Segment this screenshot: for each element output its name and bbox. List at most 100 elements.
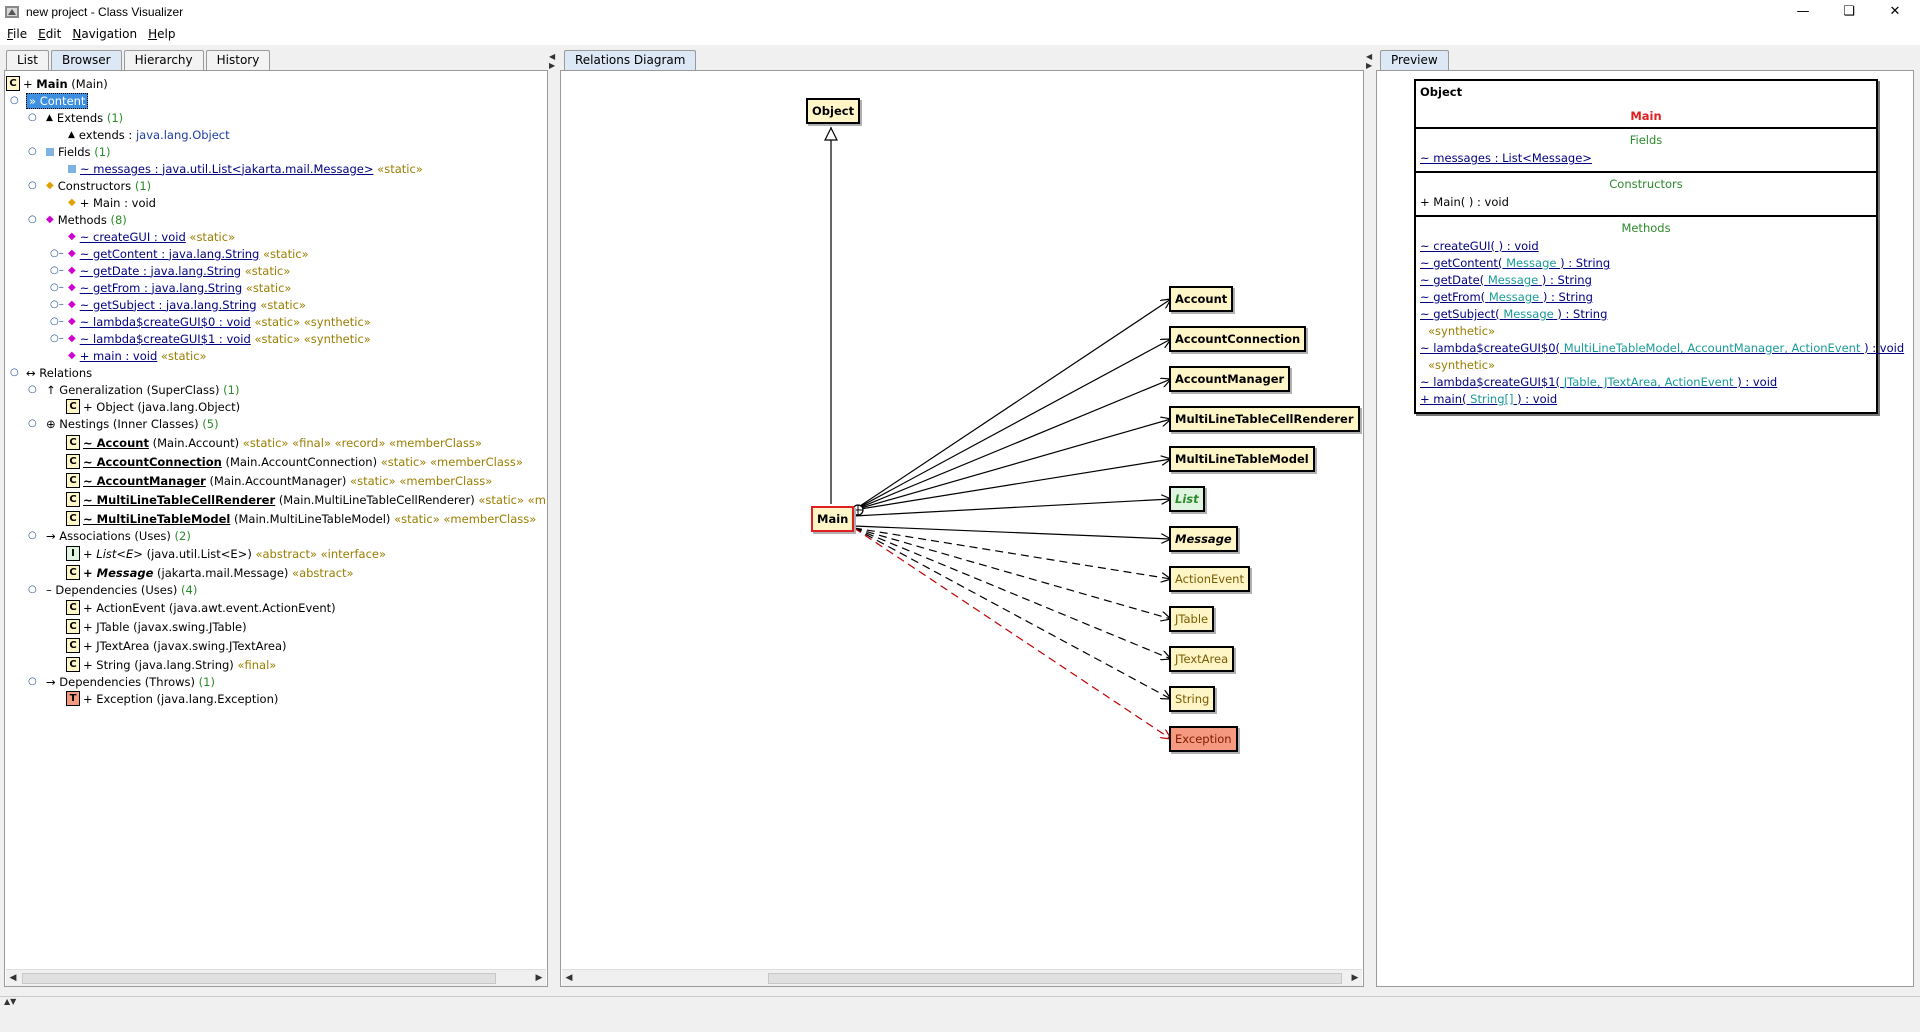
- node-message[interactable]: Message: [1169, 526, 1238, 552]
- tree-gen-item[interactable]: C + Object (java.lang.Object): [66, 398, 240, 415]
- collapse-icon[interactable]: ○: [28, 384, 38, 395]
- maximize-icon[interactable]: ❏: [1826, 0, 1872, 23]
- tree-field-item[interactable]: ~ messages : java.util.List<jakarta.mail…: [68, 160, 423, 177]
- nesting-edge: [853, 379, 1171, 511]
- tree-assoc-item[interactable]: C + Message (jakarta.mail.Message) «abstr…: [66, 564, 354, 581]
- collapse-icon[interactable]: ○: [28, 180, 38, 191]
- scroll-left-icon[interactable]: ◀: [6, 970, 20, 986]
- tree-throws[interactable]: ○ → Dependencies (Throws) (1): [28, 673, 215, 690]
- scroll-thumb[interactable]: [768, 973, 1342, 984]
- class-badge: C: [66, 435, 80, 450]
- menu-file[interactable]: File: [7, 27, 27, 41]
- tree-nestings[interactable]: ○ ⊕ Nestings (Inner Classes) (5): [28, 415, 219, 432]
- collapse-icon[interactable]: ○: [28, 584, 38, 595]
- class-tree: C + Main (Main) ○ » Content ○ ▲ Extends (…: [6, 75, 546, 965]
- scroll-thumb[interactable]: [22, 973, 496, 984]
- minimize-icon[interactable]: —: [1780, 0, 1826, 23]
- scroll-right-icon[interactable]: ▶: [532, 970, 546, 986]
- node-list[interactable]: List: [1169, 486, 1205, 512]
- node-accountmanager[interactable]: AccountManager: [1169, 366, 1291, 392]
- menu-help[interactable]: Help: [148, 27, 175, 41]
- tree-dep-item[interactable]: C + JTextArea (javax.swing.JTextArea): [66, 637, 287, 654]
- tree-nest-item[interactable]: C ~ AccountManager (Main.AccountManager) …: [66, 472, 492, 489]
- tree-nest-item[interactable]: C ~ MultiLineTableModel (Main.MultiLineTa…: [66, 510, 536, 527]
- tree-method-item[interactable]: ◆ ~ createGUI : void «static»: [50, 228, 235, 245]
- expand-icon[interactable]: ○–: [50, 299, 64, 310]
- tree-dep-item[interactable]: C + String (java.lang.String) «final»: [66, 656, 276, 673]
- node-multilinetablecellrenderer[interactable]: MultiLineTableCellRenderer: [1169, 406, 1360, 432]
- menu-edit[interactable]: Edit: [38, 27, 61, 41]
- tree-dep-item[interactable]: C + JTable (javax.swing.JTable): [66, 618, 247, 635]
- node-jtable[interactable]: JTable: [1169, 606, 1215, 632]
- tree-methods[interactable]: ○ ◆ Methods (8): [28, 211, 127, 228]
- tree-dep-item[interactable]: C + ActionEvent (java.awt.event.ActionEve…: [66, 599, 336, 616]
- node-actionevent[interactable]: ActionEvent: [1169, 566, 1250, 592]
- collapse-icon[interactable]: ○: [28, 530, 38, 541]
- tree-generalization[interactable]: ○ ↑ Generalization (SuperClass) (1): [28, 381, 239, 398]
- node-main[interactable]: Main: [811, 506, 855, 532]
- node-accountconnection[interactable]: AccountConnection: [1169, 326, 1307, 352]
- relations-diagram: [824, 126, 1360, 966]
- collapse-icon[interactable]: ○: [28, 214, 38, 225]
- tree-method-item[interactable]: ◆ + main : void «static»: [50, 347, 207, 364]
- scroll-left-icon[interactable]: ◀: [562, 970, 576, 986]
- tree-content[interactable]: ○ » Content: [10, 92, 89, 109]
- tab-preview[interactable]: Preview: [1380, 50, 1449, 70]
- nesting-marker-icon: [852, 504, 864, 516]
- tree-fields[interactable]: ○ Fields (1): [28, 143, 111, 160]
- tree-nest-item[interactable]: C ~ MultiLineTableCellRenderer (Main.Mult…: [66, 491, 546, 508]
- expand-icon[interactable]: ○–: [50, 265, 64, 276]
- tree-hscroll[interactable]: ◀ ▶: [6, 969, 546, 986]
- tab-list[interactable]: List: [6, 50, 49, 70]
- scroll-right-icon[interactable]: ▶: [1348, 970, 1362, 986]
- node-account[interactable]: Account: [1169, 286, 1234, 312]
- splitter-right[interactable]: ◀ ▶: [1365, 48, 1373, 988]
- expand-icon[interactable]: ○–: [50, 333, 64, 344]
- tree-method-item[interactable]: ○– ◆ ~ getSubject : java.lang.String «stat…: [50, 296, 306, 313]
- splitter-arrows-icon[interactable]: ▲▼: [4, 997, 16, 1006]
- class-badge: C: [66, 657, 80, 672]
- tree-associations[interactable]: ○ → Associations (Uses) (2): [28, 527, 191, 544]
- node-string[interactable]: String: [1169, 686, 1216, 712]
- tab-relations-diagram[interactable]: Relations Diagram: [564, 50, 697, 70]
- tree-dependencies[interactable]: ○ – Dependencies (Uses) (4): [28, 581, 197, 598]
- expand-icon[interactable]: ○–: [50, 316, 64, 327]
- tree-nest-item[interactable]: C ~ Account (Main.Account) «static» «fina…: [66, 434, 482, 451]
- node-exception[interactable]: Exception: [1169, 726, 1238, 752]
- collapse-icon[interactable]: ○: [28, 418, 38, 429]
- diagram-hscroll[interactable]: ◀ ▶: [562, 969, 1362, 986]
- tab-hierarchy[interactable]: Hierarchy: [123, 50, 204, 70]
- expand-icon[interactable]: ○–: [50, 248, 64, 259]
- tab-browser[interactable]: Browser: [50, 50, 122, 70]
- tree-assoc-item[interactable]: I + List<E> (java.util.List<E>) «abstract…: [66, 545, 386, 562]
- tree-method-item[interactable]: ○– ◆ ~ lambda$createGUI$1 : void «static» …: [50, 330, 371, 347]
- tree-nest-item[interactable]: C ~ AccountConnection (Main.AccountConnec…: [66, 453, 523, 470]
- collapse-icon[interactable]: ○: [28, 676, 38, 687]
- collapse-icon[interactable]: ○: [10, 367, 20, 378]
- tree-method-item[interactable]: ○– ◆ ~ lambda$createGUI$0 : void «static» …: [50, 313, 371, 330]
- tree-method-item[interactable]: ○– ◆ ~ getContent : java.lang.String «stat…: [50, 245, 309, 262]
- field-icon: [46, 147, 54, 156]
- node-jtextarea[interactable]: JTextArea: [1169, 646, 1235, 672]
- tree-constructors[interactable]: ○ ◆ Constructors (1): [28, 177, 151, 194]
- node-object[interactable]: Object: [806, 98, 861, 124]
- close-icon[interactable]: ✕: [1872, 0, 1918, 23]
- tree-method-item[interactable]: ○– ◆ ~ getDate : java.lang.String «static»: [50, 262, 290, 279]
- expand-icon[interactable]: ○–: [50, 282, 64, 293]
- collapse-icon[interactable]: ○: [28, 146, 38, 157]
- splitter-left[interactable]: ◀ ▶: [548, 48, 556, 988]
- collapse-icon[interactable]: ○: [10, 95, 20, 106]
- collapse-icon[interactable]: ○: [28, 112, 38, 123]
- tree-constructor-item[interactable]: ◆ + Main : void: [68, 194, 156, 211]
- diamond-icon: ◆: [68, 265, 76, 276]
- tab-history[interactable]: History: [205, 50, 271, 70]
- uml-class-box: Object Main Fields ~ messages : List<Mes…: [1414, 79, 1904, 414]
- menu-navigation[interactable]: Navigation: [72, 27, 137, 41]
- node-multilinetablemodel[interactable]: MultiLineTableModel: [1169, 446, 1315, 472]
- tree-root[interactable]: C + Main (Main): [6, 75, 108, 92]
- tree-extends-item[interactable]: ▲ extends : java.lang.Object: [68, 126, 230, 143]
- tree-throws-item[interactable]: T + Exception (java.lang.Exception): [66, 690, 278, 707]
- tree-relations[interactable]: ○ ↔ Relations: [10, 364, 92, 381]
- tree-method-item[interactable]: ○– ◆ ~ getFrom : java.lang.String «static»: [50, 279, 291, 296]
- tree-extends[interactable]: ○ ▲ Extends (1): [28, 109, 123, 126]
